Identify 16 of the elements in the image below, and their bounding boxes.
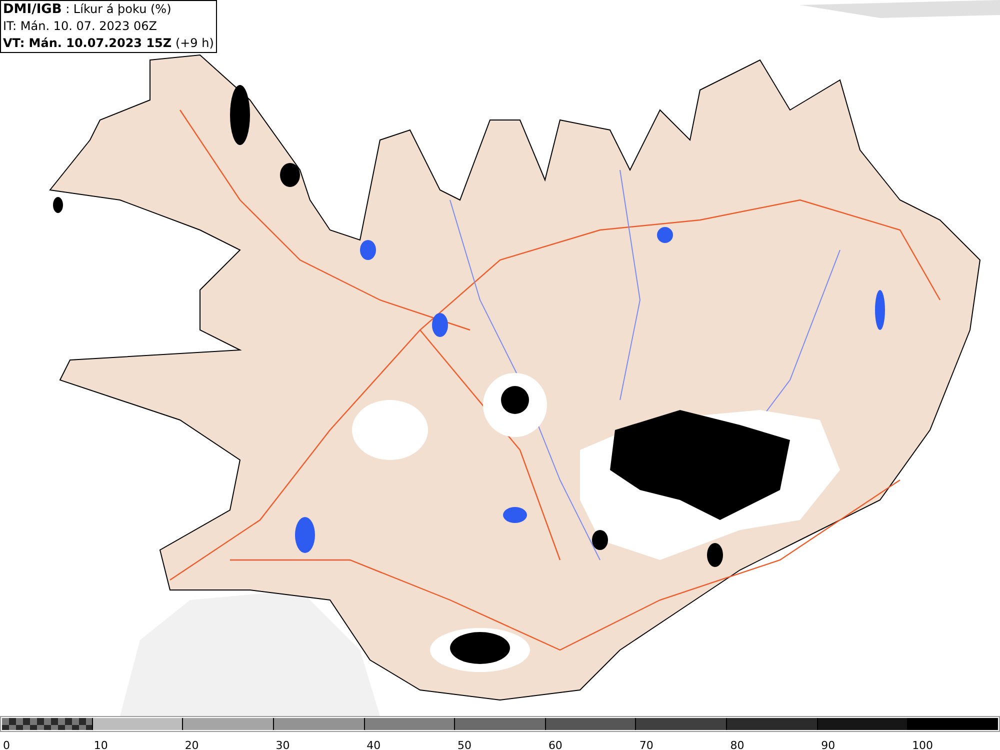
legend-label: 20 bbox=[184, 739, 199, 750]
legend-label: 0 bbox=[2, 739, 10, 750]
legend-label: 50 bbox=[456, 739, 472, 750]
legend-label: 100 bbox=[911, 739, 934, 750]
legend-label: 80 bbox=[729, 739, 744, 750]
forecast-offset: (+9 h) bbox=[175, 36, 214, 50]
legend-label: 70 bbox=[638, 739, 654, 750]
map-title: : Líkur á þoku (%) bbox=[66, 2, 172, 16]
issue-time: IT: Mán. 10. 07. 2023 06Z bbox=[3, 18, 158, 35]
legend-label: 30 bbox=[274, 739, 290, 750]
valid-time: VT: Mán. 10.07.2023 15Z bbox=[3, 36, 172, 50]
legend-label: 40 bbox=[366, 739, 381, 750]
source-label: DMI/IGB bbox=[3, 2, 62, 17]
legend-label: 60 bbox=[547, 739, 562, 750]
legend-label: 10 bbox=[92, 739, 108, 750]
legend-label: 90 bbox=[820, 739, 836, 750]
